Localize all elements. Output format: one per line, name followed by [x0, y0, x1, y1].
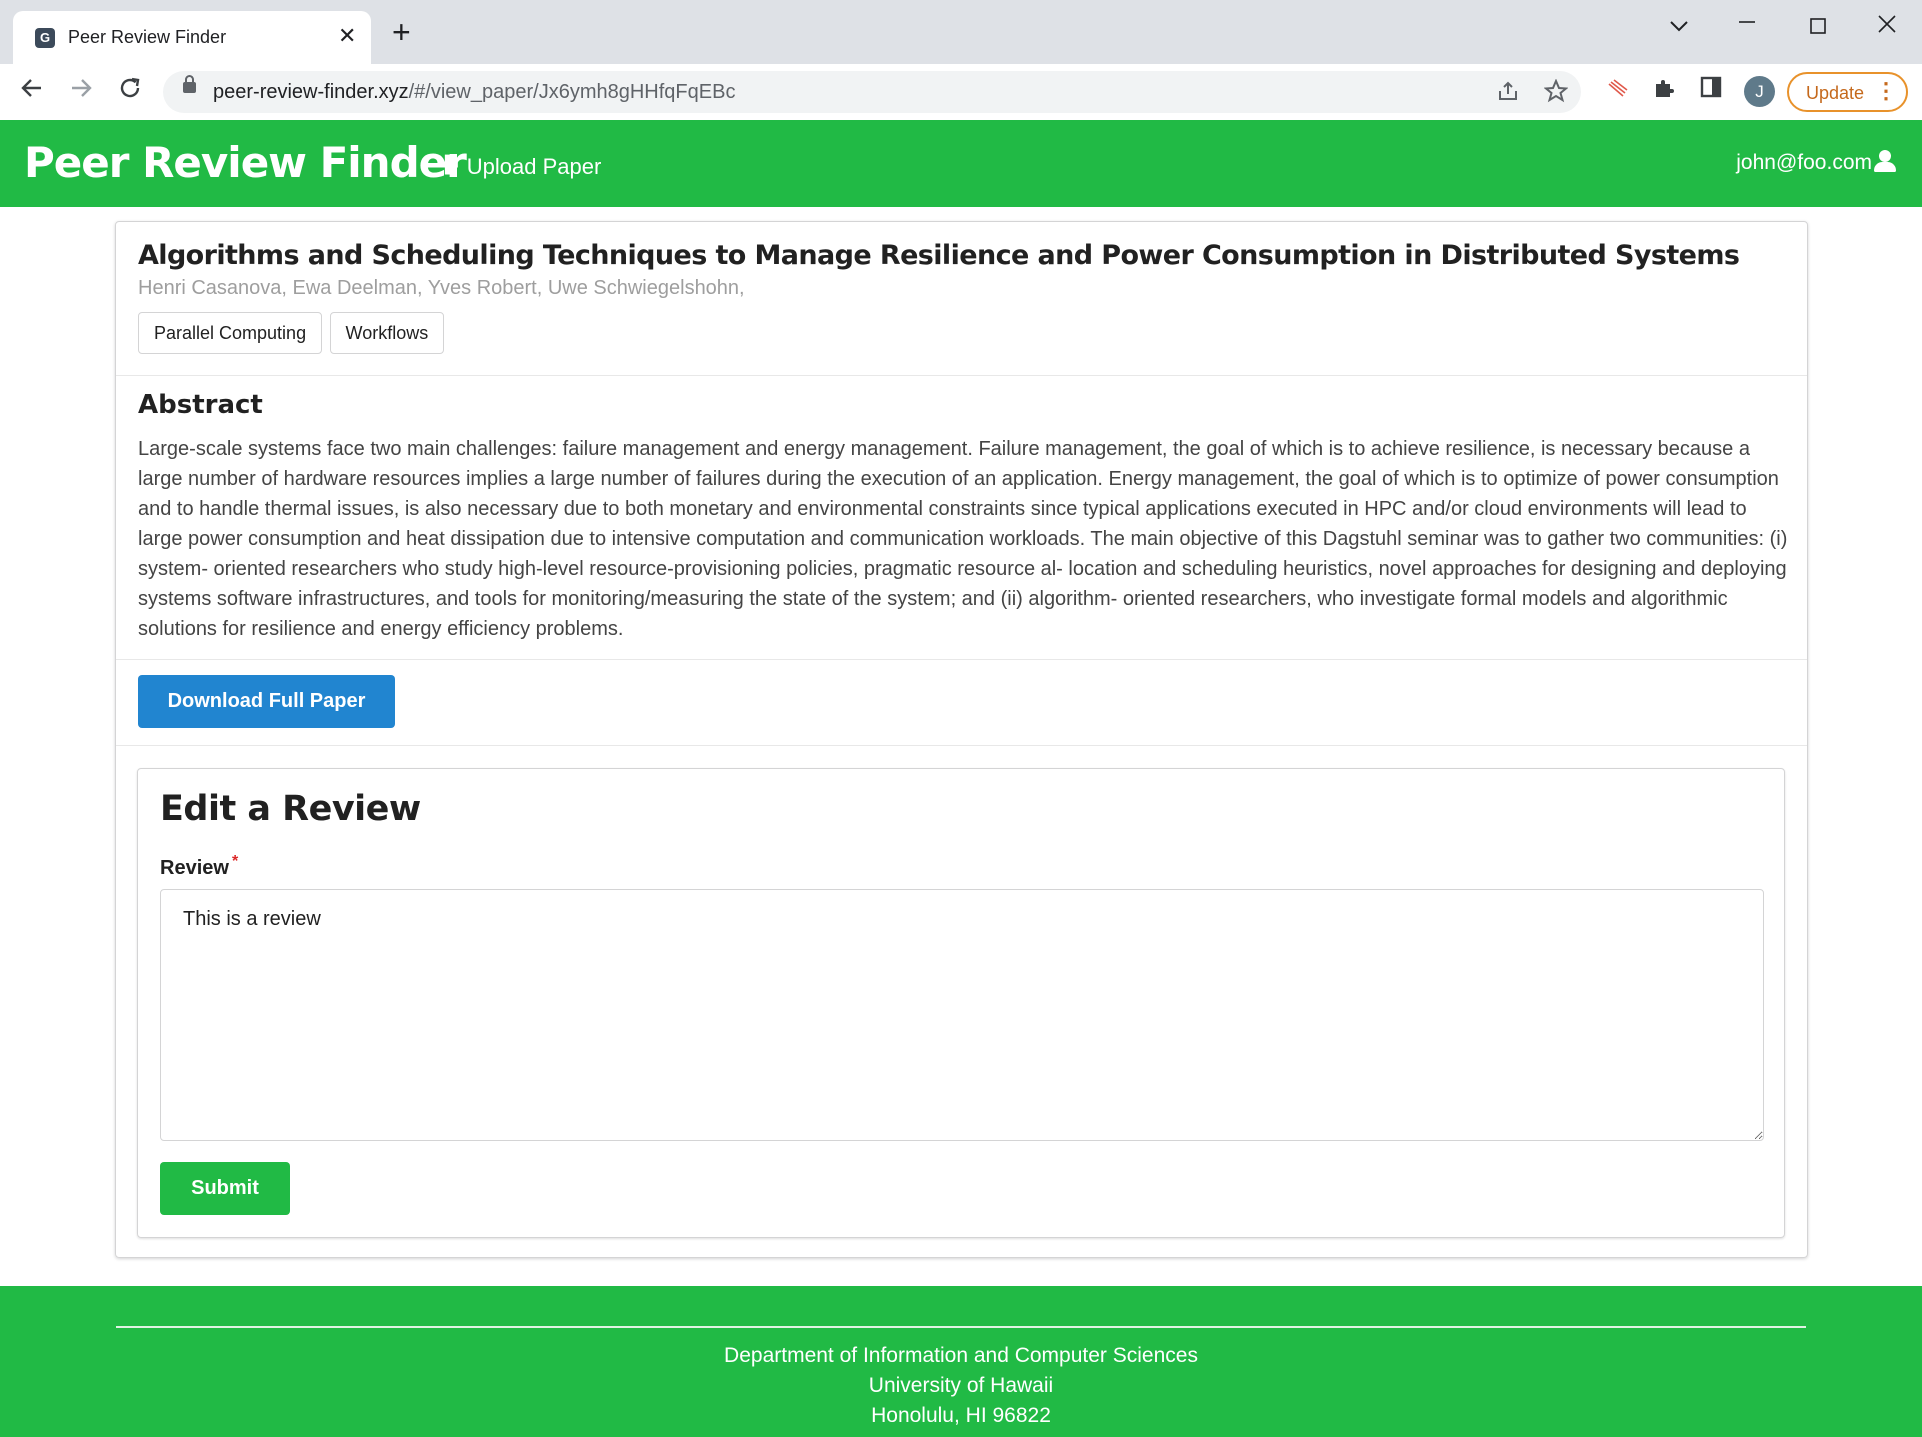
divider — [116, 659, 1807, 660]
back-icon[interactable] — [20, 76, 44, 105]
star-icon[interactable] — [1543, 78, 1569, 109]
divider — [116, 375, 1807, 376]
minimize-icon[interactable] — [1738, 10, 1756, 36]
review-form-heading: Edit a Review — [160, 789, 421, 829]
paper-card: Algorithms and Scheduling Techniques to … — [115, 221, 1808, 1258]
abstract-text: Large-scale systems face two main challe… — [138, 438, 1788, 640]
address-bar[interactable]: peer-review-finder.xyz/#/view_paper/Jx6y… — [163, 71, 1581, 113]
extension-icon[interactable] — [1605, 76, 1629, 106]
kebab-menu-icon[interactable]: ⋮ — [1875, 78, 1897, 104]
submit-button[interactable]: Submit — [160, 1162, 290, 1215]
upload-paper-link[interactable]: ✚ Upload Paper — [437, 150, 601, 181]
paper-authors: Henri Casanova, Ewa Deelman, Yves Robert… — [138, 277, 745, 299]
abstract-heading: Abstract — [138, 390, 263, 420]
download-full-paper-button[interactable]: Download Full Paper — [138, 675, 395, 728]
brand-title[interactable]: Peer Review Finder — [24, 138, 467, 187]
profile-avatar[interactable]: J — [1744, 76, 1775, 107]
plus-icon: ✚ — [437, 150, 459, 180]
browser-tab[interactable]: G Peer Review Finder ✕ — [13, 11, 371, 64]
paper-title: Algorithms and Scheduling Techniques to … — [138, 240, 1740, 271]
sidepanel-icon[interactable] — [1700, 76, 1722, 104]
new-tab-icon[interactable]: + — [392, 16, 411, 48]
puzzle-icon[interactable] — [1652, 76, 1676, 106]
reload-icon[interactable] — [118, 76, 142, 105]
review-textarea[interactable]: This is a review — [160, 889, 1764, 1141]
lock-icon[interactable] — [183, 75, 196, 93]
tag-parallel-computing[interactable]: Parallel Computing — [138, 312, 323, 354]
maximize-icon[interactable] — [1810, 14, 1826, 40]
page-footer: Department of Information and Computer S… — [0, 1286, 1922, 1437]
review-field-label: Review * — [160, 853, 239, 879]
url-text[interactable]: peer-review-finder.xyz/#/view_paper/Jx6y… — [213, 81, 735, 104]
window-close-icon[interactable] — [1878, 13, 1896, 39]
footer-address: Department of Information and Computer S… — [0, 1341, 1922, 1431]
tag-list: Parallel Computing Workflows — [138, 312, 447, 354]
forward-icon[interactable] — [69, 76, 93, 105]
browser-toolbar: peer-review-finder.xyz/#/view_paper/Jx6y… — [0, 64, 1922, 120]
tab-close-icon[interactable]: ✕ — [338, 23, 356, 49]
footer-location: Honolulu, HI 96822 — [871, 1404, 1051, 1427]
tab-title: Peer Review Finder — [68, 27, 227, 47]
user-icon — [1874, 150, 1896, 172]
edit-review-form: Edit a Review Review * This is a review S… — [137, 768, 1785, 1238]
app-header: Peer Review Finder ✚ Upload Paper john@fo… — [0, 120, 1922, 207]
footer-department: Department of Information and Computer S… — [724, 1344, 1198, 1367]
required-marker: * — [231, 853, 239, 870]
tag-workflows[interactable]: Workflows — [329, 312, 445, 354]
app-favicon: G — [35, 28, 55, 48]
share-icon[interactable] — [1496, 79, 1520, 109]
browser-tab-strip: G Peer Review Finder ✕ + — [0, 0, 1922, 64]
divider — [116, 745, 1807, 746]
footer-divider — [116, 1326, 1806, 1328]
user-menu[interactable]: john@foo.com — [1736, 150, 1896, 175]
update-button[interactable]: Update ⋮ — [1787, 72, 1908, 112]
chevron-down-icon[interactable] — [1670, 12, 1688, 38]
footer-university: University of Hawaii — [868, 1374, 1054, 1397]
